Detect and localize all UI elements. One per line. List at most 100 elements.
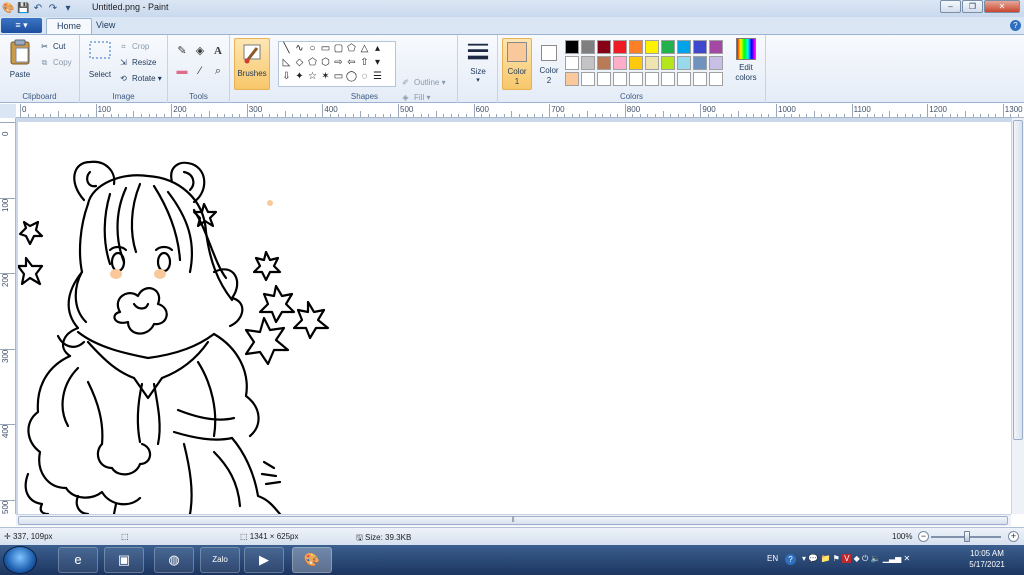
zalo-icon[interactable]: Zalo: [200, 547, 240, 573]
tray-flag-icon[interactable]: ⚑: [833, 554, 840, 563]
shape-option[interactable]: ⇧: [358, 56, 371, 70]
color-picker-icon[interactable]: ⁄: [192, 64, 208, 78]
shape-option[interactable]: ◌: [358, 70, 371, 84]
vertical-scrollbar[interactable]: [1011, 118, 1024, 514]
magnifier-icon[interactable]: ⌕: [210, 64, 226, 78]
coccoc-icon[interactable]: ◍: [154, 547, 194, 573]
monitor-app-icon[interactable]: ▣: [104, 547, 144, 573]
text-icon[interactable]: A: [210, 44, 226, 58]
brushes-button[interactable]: Brushes: [234, 38, 270, 90]
start-button[interactable]: [3, 546, 37, 574]
shape-option[interactable]: ▾: [371, 56, 384, 70]
horizontal-ruler: 0 100 200 300 400 500 600 700 800 900 1000 1100 1200…: [16, 104, 1024, 118]
ruler-minor-tick: [821, 114, 823, 117]
volume-icon[interactable]: 🔈: [871, 554, 881, 563]
internet-explorer-icon[interactable]: e: [58, 547, 98, 573]
ruler-label: 0: [22, 105, 27, 114]
shape-option[interactable]: ╲: [280, 42, 293, 56]
ruler-minor-tick: [919, 114, 921, 117]
shape-option[interactable]: ▴: [371, 42, 384, 56]
zoom-slider-handle[interactable]: [964, 531, 970, 542]
language-indicator[interactable]: EN: [767, 554, 778, 563]
zoom-in-button[interactable]: +: [1008, 531, 1019, 542]
ruler-minor-tick: [813, 111, 815, 117]
shape-option[interactable]: ⬡: [319, 56, 332, 70]
undo-icon[interactable]: ↶: [32, 3, 44, 15]
tray-x-icon[interactable]: ✕: [904, 554, 911, 563]
tray-arrow-icon[interactable]: ▾: [802, 554, 806, 563]
ruler-minor-tick: [647, 114, 649, 117]
shape-option[interactable]: ○: [306, 42, 319, 56]
tray-power-icon[interactable]: ⏻: [862, 554, 868, 563]
ruler-minor-tick: [896, 114, 898, 117]
ruler-minor-tick: [80, 114, 82, 117]
tab-view[interactable]: View: [86, 18, 125, 34]
eraser-icon[interactable]: ▬: [174, 64, 190, 78]
shape-option[interactable]: ✦: [293, 70, 306, 84]
crop-button[interactable]: ⌗ Crop: [118, 40, 149, 54]
signal-icon[interactable]: ▁▃▅: [883, 554, 901, 563]
maximize-button[interactable]: ❐: [962, 0, 983, 13]
drawing-canvas[interactable]: [18, 122, 1011, 514]
save-icon[interactable]: 💾: [17, 3, 29, 15]
shape-option[interactable]: ⇨: [332, 56, 345, 70]
shape-option[interactable]: ☰: [371, 70, 384, 84]
shape-option[interactable]: ⇩: [280, 70, 293, 84]
vertical-scroll-thumb[interactable]: [1013, 120, 1023, 440]
shape-option[interactable]: ▭: [319, 42, 332, 56]
tray-network-icon[interactable]: ◆: [854, 554, 860, 563]
zoom-out-button[interactable]: −: [918, 531, 929, 542]
paste-button[interactable]: Paste: [2, 38, 38, 79]
help-tray-icon[interactable]: ?: [785, 554, 796, 565]
tray-icons: ▾ 💬 📁 ⚑ V ◆ ⏻ 🔈 ▁▃▅ ✕: [802, 554, 910, 564]
taskbar-clock[interactable]: 10:05 AM 5/17/2021: [961, 548, 1013, 570]
shape-option[interactable]: ☆: [306, 70, 319, 84]
clipboard-group: Paste ✂ Cut ⧉ Copy Clipboard: [0, 35, 80, 103]
redo-icon[interactable]: ↷: [47, 3, 59, 15]
status-bar: ✛ 337, 109px ⬚ ⬚ 1341 × 625px 🖫 Size: 39…: [0, 527, 1024, 545]
customize-qat-icon[interactable]: ▾: [62, 3, 74, 15]
shape-option[interactable]: ⇦: [345, 56, 358, 70]
tray-antivirus-icon[interactable]: V: [842, 554, 852, 563]
tray-folder-icon[interactable]: 📁: [820, 554, 830, 563]
shape-option[interactable]: ▢: [332, 42, 345, 56]
size-button[interactable]: Size ▾: [460, 41, 496, 84]
paint-app-icon[interactable]: 🎨: [2, 3, 14, 15]
close-button[interactable]: ✕: [984, 0, 1020, 13]
ruler-label: 200: [1, 273, 10, 288]
ruler-tick: [0, 197, 15, 199]
shape-option[interactable]: ◇: [293, 56, 306, 70]
shape-option[interactable]: ⬠: [306, 56, 319, 70]
shape-option[interactable]: ◯: [345, 70, 358, 84]
horizontal-scrollbar[interactable]: ⦀: [16, 514, 1011, 526]
horizontal-scroll-thumb[interactable]: ⦀: [18, 516, 1008, 525]
cut-button[interactable]: ✂ Cut: [39, 40, 65, 54]
file-menu-button[interactable]: ≡ ▾: [1, 18, 42, 33]
copy-button[interactable]: ⧉ Copy: [39, 56, 72, 70]
ruler-minor-tick: [980, 114, 982, 117]
shape-option[interactable]: ⬠: [345, 42, 358, 56]
shape-option[interactable]: △: [358, 42, 371, 56]
window-controls: – ❐ ✕: [940, 0, 1020, 13]
ruler-minor-tick: [707, 114, 709, 117]
pencil-icon[interactable]: ✎: [174, 44, 190, 58]
minimize-button[interactable]: –: [940, 0, 961, 13]
paint-taskbar-icon[interactable]: 🎨: [292, 547, 332, 573]
shape-option[interactable]: ◺: [280, 56, 293, 70]
help-icon[interactable]: ?: [1010, 20, 1021, 31]
resize-button[interactable]: ⇲ Resize: [118, 56, 156, 70]
shape-option[interactable]: ▭: [332, 70, 345, 84]
media-player-icon[interactable]: ▶: [244, 547, 284, 573]
fill-icon[interactable]: ◈: [192, 44, 208, 58]
rotate-button[interactable]: ⟲ Rotate ▾: [118, 72, 162, 86]
tray-chat-icon[interactable]: 💬: [808, 554, 818, 563]
ruler-minor-tick: [360, 111, 362, 117]
shape-option[interactable]: ✶: [319, 70, 332, 84]
title-bar: 🎨 💾 ↶ ↷ ▾ Untitled.png - Paint – ❐ ✕: [0, 0, 1024, 17]
fill-shape-button[interactable]: ◈ Fill ▾: [400, 91, 430, 105]
outline-button[interactable]: ✐ Outline ▾: [400, 76, 445, 90]
select-button[interactable]: Select: [82, 38, 118, 79]
shape-option[interactable]: ∿: [293, 42, 306, 56]
ruler-tick: [0, 348, 15, 350]
colors-group: Colors: [498, 35, 766, 103]
